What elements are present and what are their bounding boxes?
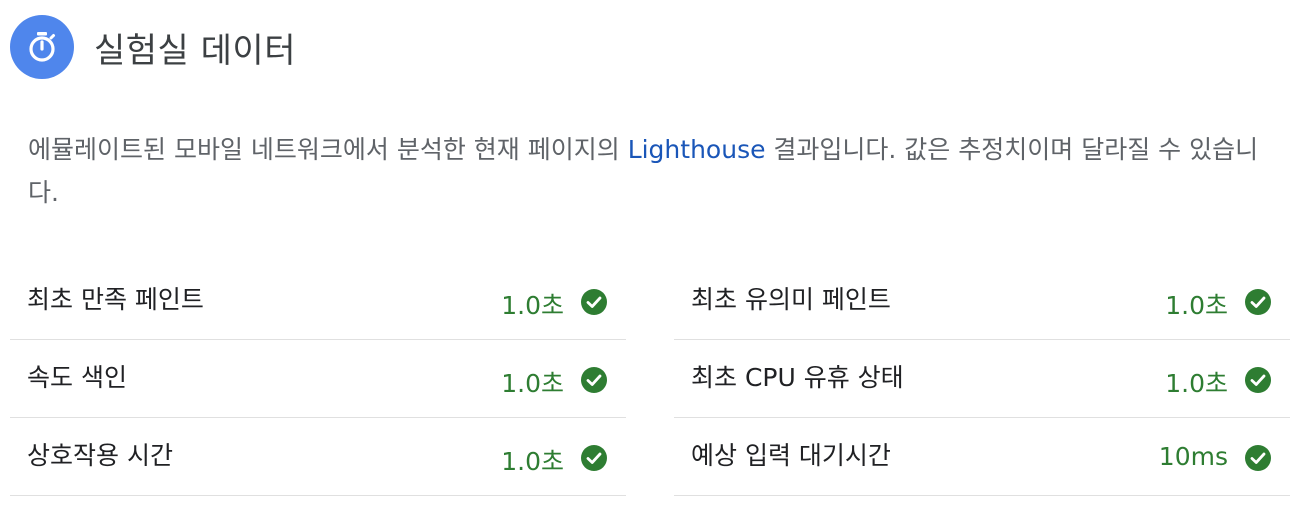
description-text: 에뮬레이트된 모바일 네트워크에서 분석한 현재 페이지의: [28, 135, 628, 164]
check-circle-icon: [581, 289, 607, 315]
metric-label: 최초 CPU 유휴 상태: [691, 363, 904, 392]
metric-value: 1.0초: [501, 447, 564, 476]
metric-label: 속도 색인: [27, 363, 127, 392]
check-circle-icon: [581, 367, 607, 393]
metric-value: 10ms: [1158, 442, 1228, 471]
metrics-column-left: 최초 만족 페인트 1.0초 속도 색인 1.0초 상호작용 시간 1.0초: [10, 262, 626, 496]
metric-value: 1.0초: [1165, 369, 1228, 398]
check-circle-icon: [581, 445, 607, 471]
metric-first-contentful-paint: 최초 만족 페인트 1.0초: [10, 262, 626, 340]
section-title: 실험실 데이터: [94, 30, 296, 71]
metric-speed-index: 속도 색인 1.0초: [10, 340, 626, 418]
metric-label: 예상 입력 대기시간: [691, 441, 891, 470]
metric-value: 1.0초: [501, 291, 564, 320]
lab-data-description: 에뮬레이트된 모바일 네트워크에서 분석한 현재 페이지의 Lighthouse…: [28, 128, 1283, 214]
metric-time-to-interactive: 상호작용 시간 1.0초: [10, 418, 626, 496]
section-header: 실험실 데이터: [10, 15, 296, 79]
metric-first-cpu-idle: 최초 CPU 유휴 상태 1.0초: [674, 340, 1290, 418]
metric-estimated-input-latency: 예상 입력 대기시간 10ms: [674, 418, 1290, 496]
metric-label: 상호작용 시간: [27, 441, 173, 470]
metric-first-meaningful-paint: 최초 유의미 페인트 1.0초: [674, 262, 1290, 340]
metric-value: 1.0초: [1165, 291, 1228, 320]
check-circle-icon: [1245, 367, 1271, 393]
check-circle-icon: [1245, 445, 1271, 471]
metric-label: 최초 만족 페인트: [27, 285, 204, 314]
metric-value: 1.0초: [501, 369, 564, 398]
check-circle-icon: [1245, 289, 1271, 315]
stopwatch-icon: [10, 15, 74, 79]
lighthouse-link[interactable]: Lighthouse: [628, 135, 766, 164]
metrics-column-right: 최초 유의미 페인트 1.0초 최초 CPU 유휴 상태 1.0초 예상 입력 …: [674, 262, 1290, 496]
metric-label: 최초 유의미 페인트: [691, 285, 891, 314]
